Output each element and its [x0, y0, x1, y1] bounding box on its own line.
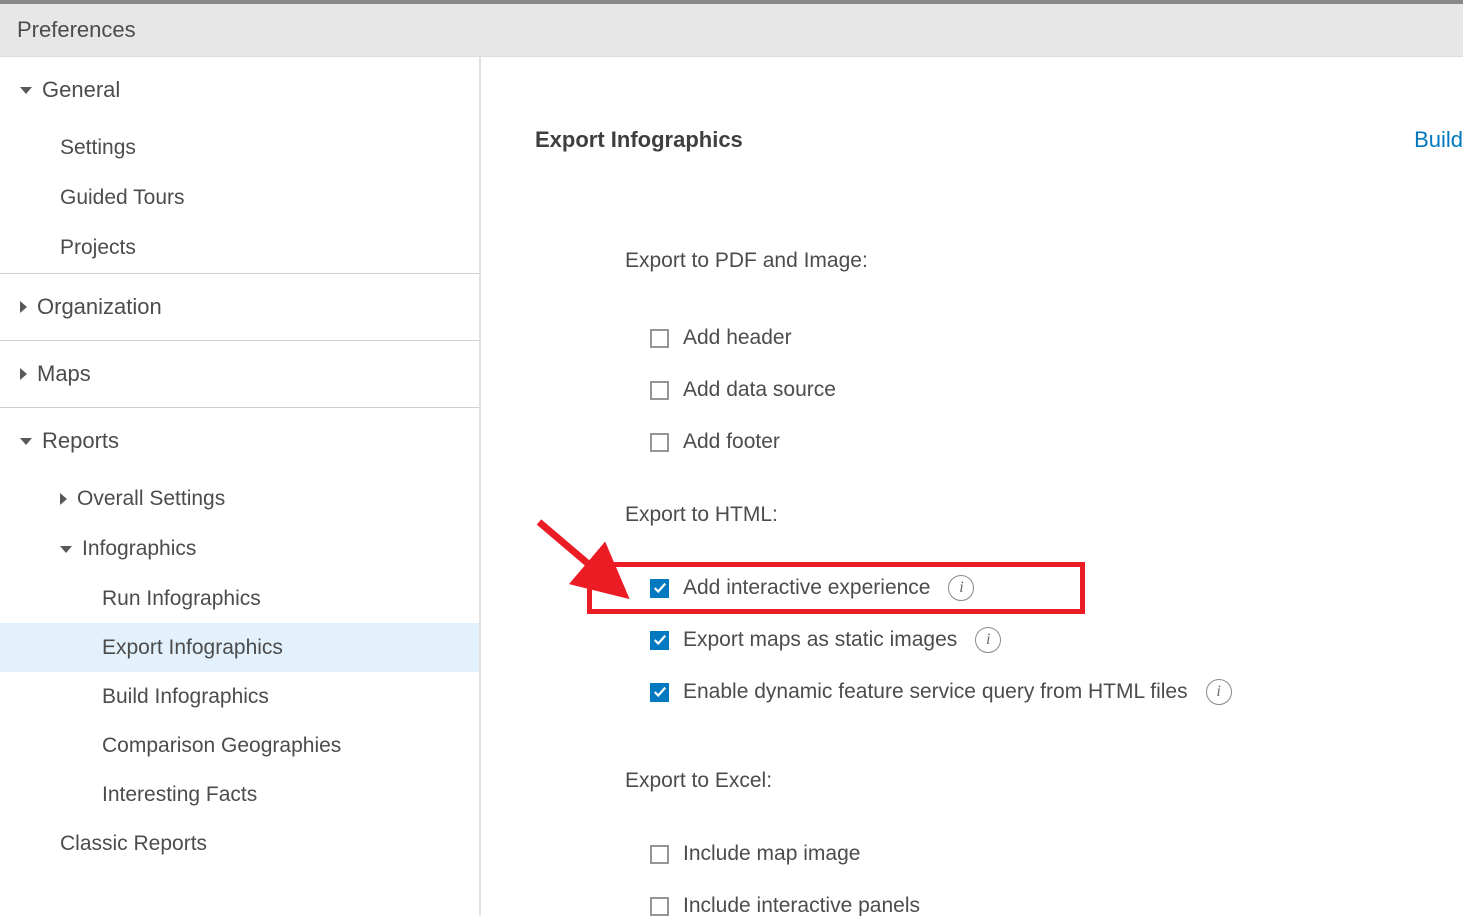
sidebar-label: Maps — [37, 361, 91, 387]
info-icon[interactable]: i — [948, 575, 974, 601]
checkbox-icon[interactable] — [650, 329, 669, 348]
info-icon[interactable]: i — [975, 627, 1001, 653]
caret-right-icon — [60, 493, 67, 505]
sidebar-section-maps: Maps — [0, 341, 479, 408]
sidebar-section-reports: Reports Overall Settings Infographics Ru… — [0, 408, 479, 869]
sidebar-item-comparison-geographies[interactable]: Comparison Geographies — [0, 721, 479, 770]
window-title: Preferences — [17, 17, 136, 43]
checkbox-icon[interactable] — [650, 845, 669, 864]
checkbox-checked-icon[interactable] — [650, 579, 669, 598]
content-pane: Export Infographics Build Export to PDF … — [481, 57, 1463, 916]
caret-right-icon — [20, 301, 27, 313]
option-add-data-source[interactable]: Add data source — [650, 371, 1463, 409]
sidebar-item-guided-tours[interactable]: Guided Tours — [0, 173, 479, 223]
sidebar-item-overall-settings[interactable]: Overall Settings — [0, 474, 479, 524]
option-label: Include interactive panels — [683, 894, 920, 916]
option-enable-dynamic-query[interactable]: Enable dynamic feature service query fro… — [650, 673, 1463, 711]
info-icon[interactable]: i — [1206, 679, 1232, 705]
sidebar-header-maps[interactable]: Maps — [0, 341, 479, 407]
sidebar-label: General — [42, 77, 120, 103]
sidebar-item-label: Classic Reports — [60, 832, 207, 856]
checkbox-icon[interactable] — [650, 897, 669, 916]
page-title: Export Infographics — [535, 127, 743, 153]
sidebar-item-label: Settings — [60, 136, 136, 160]
option-add-footer[interactable]: Add footer — [650, 423, 1463, 461]
sidebar-item-label: Comparison Geographies — [102, 734, 341, 758]
sidebar-header-organization[interactable]: Organization — [0, 274, 479, 340]
caret-right-icon — [20, 368, 27, 380]
sidebar-item-label: Projects — [60, 236, 136, 260]
build-link[interactable]: Build — [1414, 127, 1463, 153]
option-label: Enable dynamic feature service query fro… — [683, 680, 1188, 704]
sidebar-item-label: Interesting Facts — [102, 783, 257, 807]
option-label: Add footer — [683, 430, 780, 454]
checkbox-icon[interactable] — [650, 381, 669, 400]
checkbox-checked-icon[interactable] — [650, 631, 669, 650]
sidebar-item-projects[interactable]: Projects — [0, 223, 479, 273]
sidebar-section-general: General Settings Guided Tours Projects — [0, 57, 479, 274]
sidebar-label: Reports — [42, 428, 119, 454]
option-label: Add header — [683, 326, 792, 350]
option-include-map-image[interactable]: Include map image — [650, 835, 1463, 873]
sidebar-label: Organization — [37, 294, 162, 320]
option-export-maps-static[interactable]: Export maps as static images i — [650, 621, 1463, 659]
option-label: Include map image — [683, 842, 860, 866]
caret-down-icon — [20, 87, 32, 94]
sidebar-item-label: Export Infographics — [102, 636, 283, 660]
group-label-pdf: Export to PDF and Image: — [625, 249, 1463, 273]
sidebar-item-label: Overall Settings — [77, 487, 225, 511]
sidebar-item-label: Run Infographics — [102, 587, 261, 611]
sidebar-item-classic-reports[interactable]: Classic Reports — [0, 819, 479, 869]
window-titlebar: Preferences — [0, 0, 1463, 57]
sidebar-header-general[interactable]: General — [0, 57, 479, 123]
sidebar-item-interesting-facts[interactable]: Interesting Facts — [0, 770, 479, 819]
sidebar-item-run-infographics[interactable]: Run Infographics — [0, 574, 479, 623]
sidebar-item-label: Guided Tours — [60, 186, 185, 210]
sidebar-header-reports[interactable]: Reports — [0, 408, 479, 474]
group-label-html: Export to HTML: — [625, 503, 1463, 527]
sidebar-item-settings[interactable]: Settings — [0, 123, 479, 173]
option-include-interactive-panels[interactable]: Include interactive panels — [650, 887, 1463, 916]
checkbox-checked-icon[interactable] — [650, 683, 669, 702]
option-label: Add interactive experience — [683, 576, 930, 600]
option-add-header[interactable]: Add header — [650, 319, 1463, 357]
option-label: Export maps as static images — [683, 628, 957, 652]
sidebar-item-label: Build Infographics — [102, 685, 269, 709]
sidebar-item-export-infographics[interactable]: Export Infographics — [0, 623, 479, 672]
checkbox-icon[interactable] — [650, 433, 669, 452]
caret-down-icon — [60, 546, 72, 553]
caret-down-icon — [20, 438, 32, 445]
sidebar-section-organization: Organization — [0, 274, 479, 341]
sidebar-nav: General Settings Guided Tours Projects O… — [0, 57, 481, 916]
sidebar-item-infographics[interactable]: Infographics — [0, 524, 479, 574]
sidebar-item-build-infographics[interactable]: Build Infographics — [0, 672, 479, 721]
option-add-interactive-experience[interactable]: Add interactive experience i — [650, 569, 1463, 607]
sidebar-item-label: Infographics — [82, 537, 196, 561]
option-label: Add data source — [683, 378, 836, 402]
group-label-excel: Export to Excel: — [625, 769, 1463, 793]
